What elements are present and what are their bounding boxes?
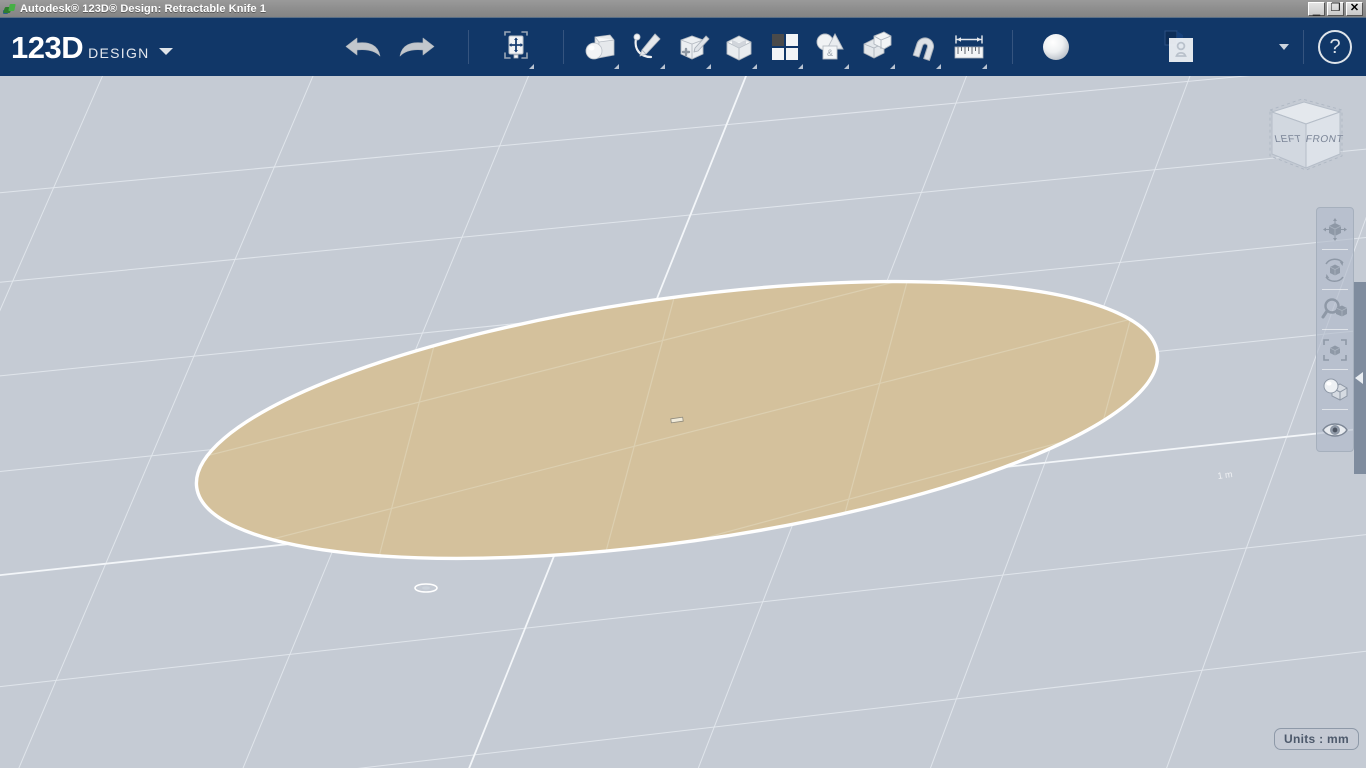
window-title-bar: Autodesk® 123D® Design: Retractable Knif… bbox=[0, 0, 1366, 18]
window-controls: _ ❐ ✕ bbox=[1308, 2, 1363, 16]
snap-tool[interactable] bbox=[900, 20, 946, 74]
dropdown-indicator-icon bbox=[751, 64, 757, 69]
orbit-tool[interactable] bbox=[1319, 254, 1351, 285]
ruler-icon bbox=[954, 35, 983, 59]
sphere-material-icon bbox=[1042, 34, 1069, 60]
grid-origin-marker bbox=[414, 583, 438, 593]
send-to-3d-print-button[interactable] bbox=[1153, 20, 1199, 74]
dropdown-indicator-icon bbox=[659, 64, 665, 69]
maximize-icon: ❐ bbox=[1330, 2, 1341, 14]
zoom-tool[interactable] bbox=[1319, 294, 1351, 325]
shading-sphere-cube-icon bbox=[1323, 378, 1348, 401]
pen-sketch-icon bbox=[633, 33, 661, 59]
3d-print-icon bbox=[1164, 30, 1193, 62]
close-button[interactable]: ✕ bbox=[1346, 2, 1363, 16]
dropdown-indicator-icon bbox=[981, 64, 987, 69]
view-cube-front-label[interactable]: FRONT bbox=[1305, 134, 1344, 145]
material-tool[interactable] bbox=[1033, 20, 1079, 74]
visibility-tool[interactable] bbox=[1319, 414, 1351, 445]
brand-menu[interactable]: 123D DESIGN bbox=[11, 32, 173, 63]
dropdown-indicator-icon bbox=[528, 64, 534, 69]
pattern-tool[interactable] bbox=[762, 20, 808, 74]
window-title: Autodesk® 123D® Design: Retractable Knif… bbox=[20, 2, 267, 15]
measure-tool[interactable] bbox=[946, 20, 992, 74]
units-badge[interactable]: Units : mm bbox=[1273, 728, 1359, 750]
redo-button[interactable] bbox=[390, 20, 444, 74]
transform-tool[interactable] bbox=[493, 20, 539, 74]
combine-tool[interactable] bbox=[854, 20, 900, 74]
toolbar-overflow-caret-icon[interactable] bbox=[1279, 44, 1289, 50]
redo-arrow-icon bbox=[399, 37, 434, 57]
toolbar-divider bbox=[467, 30, 469, 64]
undo-button[interactable] bbox=[336, 20, 390, 74]
dropdown-indicator-icon bbox=[935, 64, 941, 69]
dropdown-indicator-icon bbox=[613, 64, 619, 69]
model-cylinder-disk[interactable]: 1 m bbox=[0, 76, 1366, 768]
main-toolbar: 123D DESIGN & ? bbox=[0, 18, 1366, 76]
primitives-tool[interactable] bbox=[578, 20, 624, 74]
open-cube-icon bbox=[726, 35, 752, 61]
nav-divider bbox=[1322, 369, 1348, 370]
close-icon: ✕ bbox=[1349, 2, 1360, 14]
nav-divider bbox=[1322, 249, 1348, 250]
dropdown-indicator-icon bbox=[705, 64, 711, 69]
magnifier-icon bbox=[1321, 297, 1348, 318]
nav-divider bbox=[1322, 409, 1348, 410]
dropdown-indicator-icon bbox=[889, 64, 895, 69]
move-transform-icon bbox=[503, 31, 528, 59]
grid-dimension-label: 1 m bbox=[1217, 469, 1233, 481]
toolbar-divider bbox=[1011, 30, 1013, 64]
nav-divider bbox=[1322, 289, 1348, 290]
viewport-canvas[interactable]: 1 m LEFT FRONT Units: mm bbox=[0, 76, 1366, 768]
view-cube[interactable]: LEFT FRONT bbox=[1256, 94, 1356, 186]
pan-tool[interactable] bbox=[1319, 214, 1351, 245]
nav-divider bbox=[1322, 329, 1348, 330]
orbit-icon bbox=[1325, 257, 1344, 282]
sketch-tool[interactable] bbox=[624, 20, 670, 74]
question-mark-icon: ? bbox=[1329, 35, 1341, 58]
display-settings-tool[interactable] bbox=[1319, 374, 1351, 405]
box-sphere-icon bbox=[585, 34, 614, 60]
magnet-icon bbox=[912, 37, 934, 61]
dropdown-indicator-icon bbox=[797, 64, 803, 69]
modify-tool[interactable] bbox=[716, 20, 762, 74]
dropdown-indicator-icon bbox=[843, 64, 849, 69]
four-squares-icon bbox=[771, 34, 798, 60]
pan-arrows-icon bbox=[1323, 217, 1347, 241]
fit-view-tool[interactable] bbox=[1319, 334, 1351, 365]
minimize-button[interactable]: _ bbox=[1308, 2, 1325, 16]
brand-sub-text: DESIGN bbox=[88, 44, 150, 61]
fit-brackets-icon bbox=[1323, 338, 1347, 361]
undo-arrow-icon bbox=[345, 37, 380, 57]
help-button[interactable]: ? bbox=[1318, 30, 1352, 64]
navigation-toolbar bbox=[1316, 207, 1354, 452]
minimize-icon: _ bbox=[1312, 1, 1321, 16]
cube-pencil-icon bbox=[680, 35, 710, 60]
view-cube-left-label[interactable]: LEFT bbox=[1274, 134, 1303, 145]
grouping-tool[interactable]: & bbox=[808, 20, 854, 74]
app-icon bbox=[3, 2, 16, 15]
combine-cubes-icon bbox=[863, 31, 892, 59]
brand-logo-text: 123D bbox=[11, 29, 84, 65]
toolbar-divider bbox=[1303, 30, 1304, 64]
maximize-button[interactable]: ❐ bbox=[1327, 2, 1344, 16]
eye-icon bbox=[1322, 422, 1348, 437]
chevron-left-icon bbox=[1355, 372, 1363, 384]
svg-text:&: & bbox=[827, 48, 833, 58]
toolbar-divider bbox=[562, 30, 564, 64]
group-shapes-icon: & bbox=[816, 33, 844, 60]
chevron-down-icon bbox=[158, 47, 173, 55]
right-panel-collapse-handle[interactable] bbox=[1354, 282, 1366, 474]
construct-tool[interactable] bbox=[670, 20, 716, 74]
